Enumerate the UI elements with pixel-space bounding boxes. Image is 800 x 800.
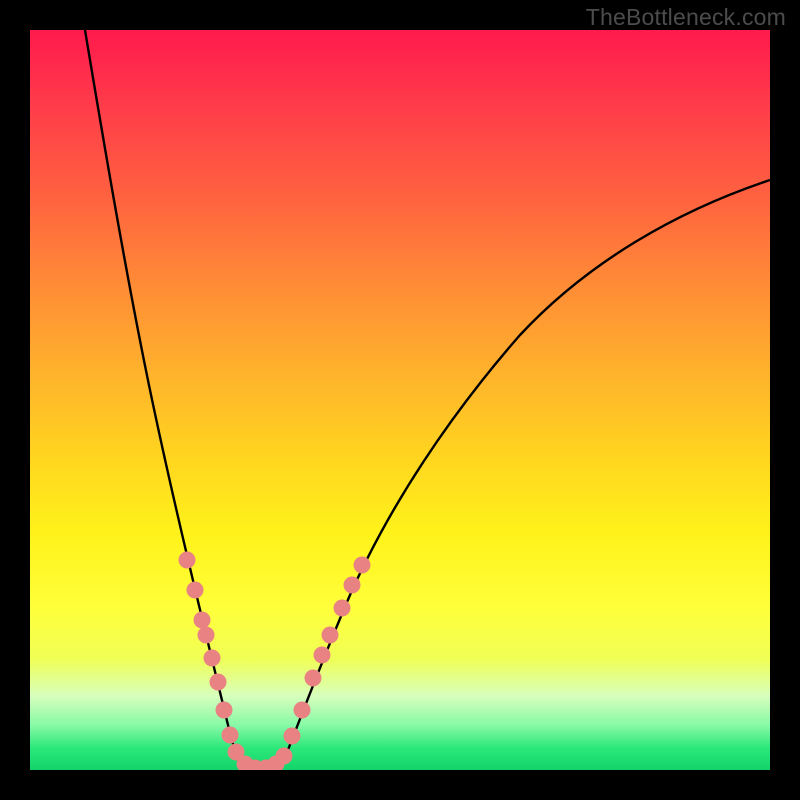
right-branch-curve xyxy=(284,180,770,760)
data-dot xyxy=(284,728,301,745)
scatter-dots-group xyxy=(179,552,371,771)
curve-group xyxy=(85,30,770,768)
data-dot xyxy=(198,627,215,644)
data-dot xyxy=(194,612,211,629)
data-dot xyxy=(204,650,221,667)
data-dot xyxy=(222,727,239,744)
plot-area xyxy=(30,30,770,770)
data-dot xyxy=(314,647,331,664)
bottleneck-curve-svg xyxy=(30,30,770,770)
data-dot xyxy=(210,674,227,691)
outer-frame: TheBottleneck.com xyxy=(0,0,800,800)
data-dot xyxy=(179,552,196,569)
data-dot xyxy=(334,600,351,617)
data-dot xyxy=(344,577,361,594)
data-dot xyxy=(354,557,371,574)
watermark-text: TheBottleneck.com xyxy=(586,4,786,31)
data-dot xyxy=(216,702,233,719)
data-dot xyxy=(276,748,293,765)
data-dot xyxy=(294,702,311,719)
data-dot xyxy=(305,670,322,687)
data-dot xyxy=(187,582,204,599)
data-dot xyxy=(322,627,339,644)
